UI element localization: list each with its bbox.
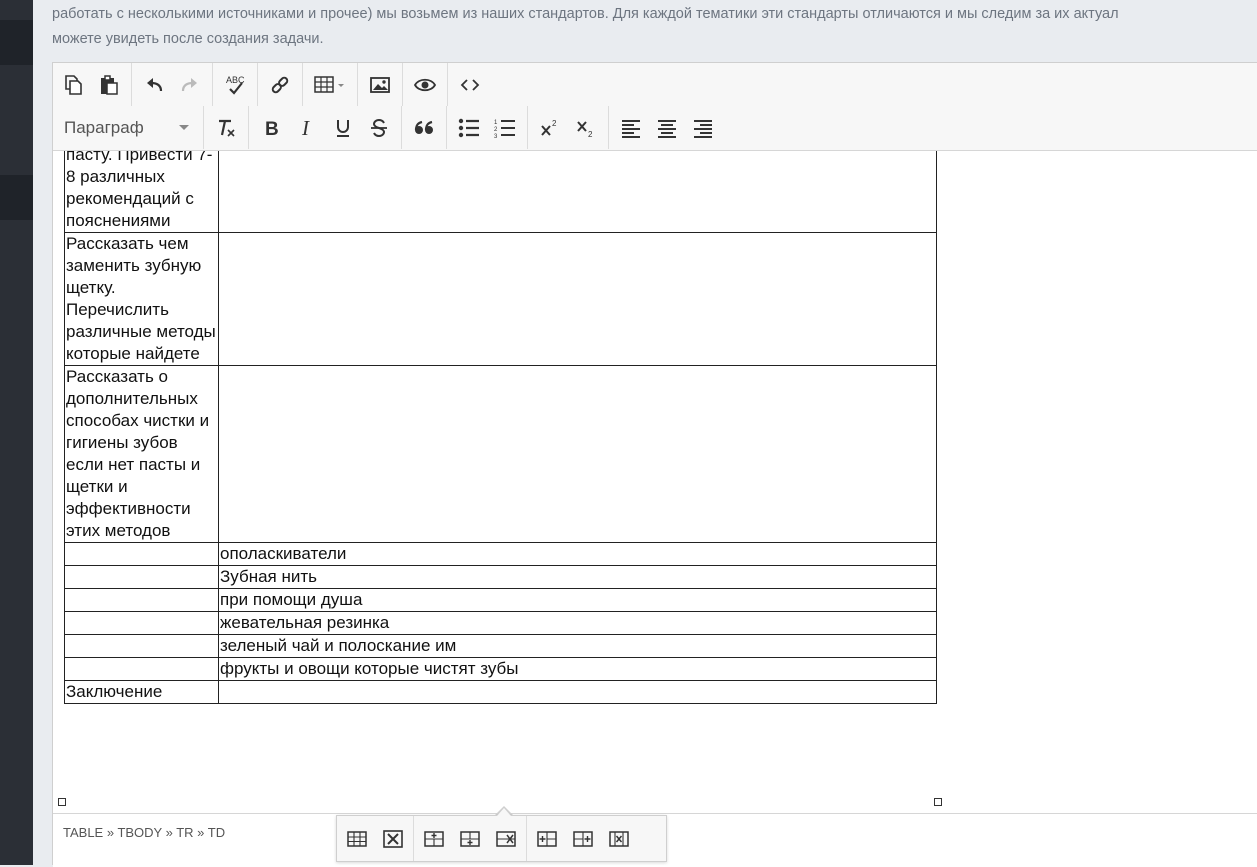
table-cell[interactable]	[218, 150, 937, 233]
table-cell[interactable]: Рассказать о дополнительных способах чис…	[64, 365, 219, 543]
align-left-icon[interactable]	[613, 111, 649, 145]
table-cell[interactable]	[64, 611, 219, 635]
delete-row-icon[interactable]	[488, 822, 524, 856]
table-row[interactable]: жевательная резинка	[64, 611, 937, 635]
table-cell[interactable]	[218, 365, 937, 543]
bullet-list-icon[interactable]	[451, 111, 487, 145]
table-cell[interactable]: жевательная резинка	[218, 611, 937, 635]
svg-text:I: I	[301, 117, 310, 139]
intro-line-1: работать с несколькими источниками и про…	[52, 6, 1119, 22]
sidebar-item[interactable]	[0, 20, 33, 65]
redo-icon[interactable]	[172, 68, 208, 102]
rich-text-editor: ABC Параграф B I 1 2 3 2 2 пасту. Привес…	[52, 62, 1257, 867]
editor-content[interactable]: Рассказать чем заменить зубную пасту. Пр…	[53, 150, 1257, 790]
svg-text:3: 3	[494, 134, 498, 139]
paste-icon[interactable]	[91, 68, 127, 102]
table-cell[interactable]	[64, 588, 219, 612]
svg-text:2: 2	[494, 127, 498, 133]
table-cell[interactable]: Зубная нить	[218, 565, 937, 589]
table-cell[interactable]: при помощи душа	[218, 588, 937, 612]
table-cell[interactable]	[218, 232, 937, 366]
chevron-down-icon	[179, 125, 189, 130]
delete-table-icon[interactable]	[375, 822, 411, 856]
table-cell[interactable]: ополаскиватели	[218, 542, 937, 566]
table-row[interactable]: Рассказать о дополнительных способах чис…	[64, 365, 937, 543]
table-cell[interactable]	[64, 542, 219, 566]
table-cell[interactable]: Рассказать чем заменить зубную пасту. Пр…	[64, 150, 219, 233]
italic-icon[interactable]: I	[289, 111, 325, 145]
link-icon[interactable]	[262, 68, 298, 102]
insert-row-after-icon[interactable]	[452, 822, 488, 856]
align-center-icon[interactable]	[649, 111, 685, 145]
resize-handle-bottom-right[interactable]	[934, 798, 942, 806]
copy-icon[interactable]	[55, 68, 91, 102]
table-row[interactable]: зеленый чай и полоскание им	[64, 634, 937, 658]
insert-column-before-icon[interactable]	[529, 822, 565, 856]
blockquote-icon[interactable]	[406, 111, 442, 145]
table-cell[interactable]: фрукты и овощи которые чистят зубы	[218, 657, 937, 681]
table-cell[interactable]	[64, 634, 219, 658]
numbered-list-icon[interactable]: 123	[487, 111, 523, 145]
editor-toolbar: ABC Параграф B I 1 2 3 2 2	[53, 63, 1257, 151]
code-icon[interactable]	[452, 68, 488, 102]
popup-arrow-inner	[497, 808, 511, 816]
table-properties-icon[interactable]	[339, 822, 375, 856]
table-cell[interactable]: зеленый чай и полоскание им	[218, 634, 937, 658]
table-cell[interactable]: Рассказать чем заменить зубную щетку. Пе…	[64, 232, 219, 366]
table-cell[interactable]	[64, 565, 219, 589]
table-cell[interactable]	[64, 657, 219, 681]
table-row[interactable]: Рассказать чем заменить зубную щетку. Пе…	[64, 232, 937, 366]
spellcheck-icon[interactable]: ABC	[217, 68, 253, 102]
table-row[interactable]: Заключение	[64, 680, 937, 704]
clear-format-icon[interactable]	[208, 111, 244, 145]
bold-icon[interactable]: B	[253, 111, 289, 145]
content-table[interactable]: Рассказать чем заменить зубную пасту. Пр…	[64, 150, 937, 704]
table-row[interactable]: Рассказать чем заменить зубную пасту. Пр…	[64, 150, 937, 233]
align-right-icon[interactable]	[685, 111, 721, 145]
underline-icon[interactable]	[325, 111, 361, 145]
table-cell[interactable]	[218, 680, 937, 704]
insert-column-after-icon[interactable]	[565, 822, 601, 856]
table-cell[interactable]: Заключение	[64, 680, 219, 704]
left-sidebar	[0, 0, 33, 865]
sidebar-item-active[interactable]	[0, 175, 33, 220]
paragraph-format-value: Параграф	[64, 117, 144, 137]
delete-column-icon[interactable]	[601, 822, 637, 856]
svg-text:1: 1	[494, 120, 498, 126]
toolbar-row-1: ABC	[53, 63, 492, 106]
paragraph-format-select[interactable]: Параграф	[57, 111, 199, 145]
toolbar-row-2: Параграф B I 1 2 3 2 2	[53, 106, 725, 149]
table-row[interactable]: фрукты и овощи которые чистят зубы	[64, 657, 937, 681]
table-icon[interactable]	[307, 68, 353, 102]
preview-icon[interactable]	[407, 68, 443, 102]
intro-text: работать с несколькими источниками и про…	[52, 2, 1257, 52]
subscript-icon[interactable]: 2	[568, 111, 604, 145]
strikethrough-icon[interactable]	[361, 111, 397, 145]
insert-row-before-icon[interactable]	[416, 822, 452, 856]
table-context-toolbar	[336, 815, 667, 862]
undo-icon[interactable]	[136, 68, 172, 102]
image-icon[interactable]	[362, 68, 398, 102]
svg-text:B: B	[265, 119, 279, 139]
superscript-icon[interactable]: 2	[532, 111, 568, 145]
table-row[interactable]: Зубная нить	[64, 565, 937, 589]
element-path[interactable]: TABLE » TBODY » TR » TD	[63, 825, 225, 840]
svg-text:2: 2	[552, 119, 557, 128]
svg-text:2: 2	[588, 130, 593, 139]
table-row[interactable]: при помощи душа	[64, 588, 937, 612]
intro-line-2: можете увидеть после создания задачи.	[52, 31, 324, 47]
resize-handle-bottom-left[interactable]	[58, 798, 66, 806]
table-row[interactable]: ополаскиватели	[64, 542, 937, 566]
